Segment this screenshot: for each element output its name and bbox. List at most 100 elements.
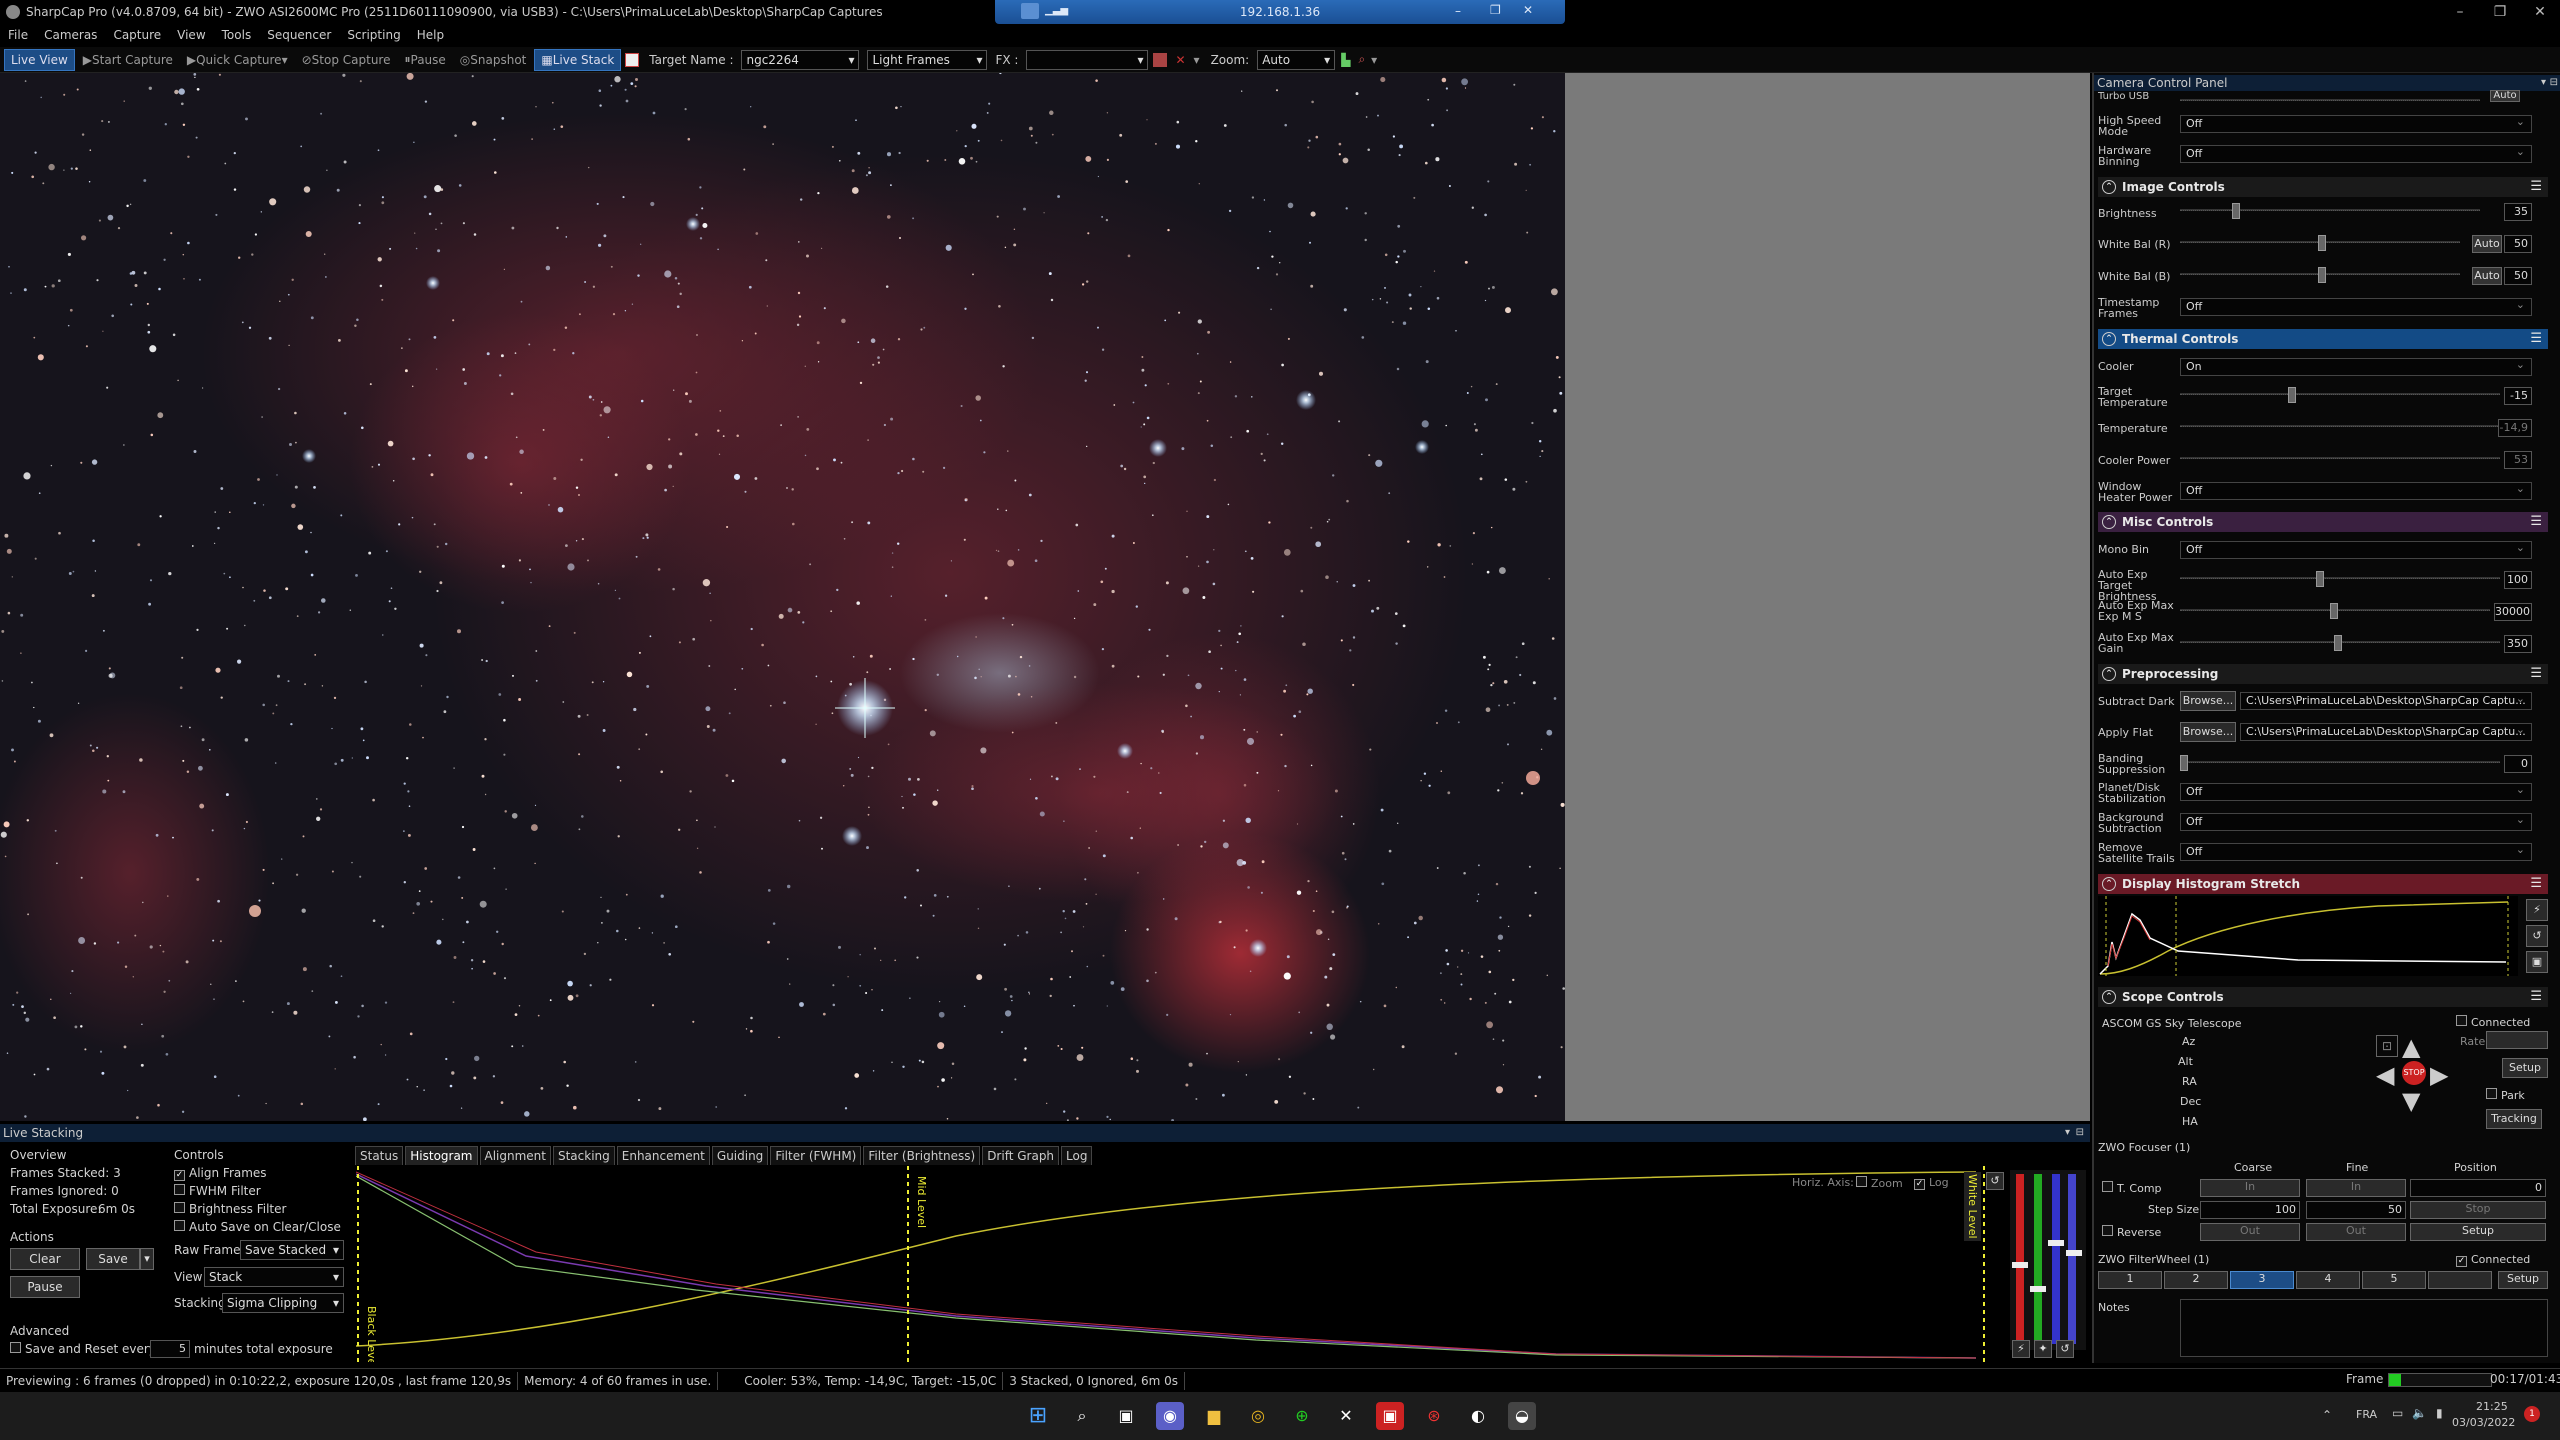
- menu-icon[interactable]: ☰: [2530, 876, 2542, 891]
- notification-icon[interactable]: 1: [2524, 1406, 2540, 1422]
- align-checkbox[interactable]: ✓ Align Frames: [174, 1166, 267, 1181]
- menu-view[interactable]: View: [177, 28, 205, 42]
- histogram-stretch-header[interactable]: ⌃ Display Histogram Stretch ☰: [2098, 874, 2548, 894]
- red-channel-slider[interactable]: [2016, 1174, 2024, 1344]
- pause-button[interactable]: ⏸ Pause: [398, 49, 451, 71]
- clock-time[interactable]: 21:25: [2476, 1400, 2508, 1413]
- zoom-combo[interactable]: Auto ▾: [1257, 49, 1336, 70]
- flat-path-combo[interactable]: C:\Users\PrimaLuceLab\Desktop\SharpCap C…: [2240, 722, 2532, 741]
- brightness-checkbox[interactable]: Brightness Filter: [174, 1202, 286, 1216]
- cross-icon[interactable]: ✕: [1172, 49, 1188, 71]
- image-controls-header[interactable]: ⌃ Image Controls ☰: [2098, 177, 2548, 197]
- live-view-button[interactable]: Live View: [4, 48, 75, 71]
- quick-capture-button[interactable]: ▶ Quick Capture ▾: [181, 49, 294, 71]
- slider-knob[interactable]: [2030, 1286, 2046, 1292]
- slider-knob[interactable]: [2012, 1262, 2028, 1268]
- restore-icon[interactable]: ❐: [2480, 2, 2520, 22]
- dark-browse-button[interactable]: Browse...: [2180, 691, 2236, 711]
- target-temp-value[interactable]: -15: [2504, 387, 2532, 405]
- filter-slot-3[interactable]: 3: [2230, 1271, 2294, 1289]
- menu-capture[interactable]: Capture: [113, 28, 161, 42]
- clock-date[interactable]: 03/03/2022: [2452, 1416, 2515, 1429]
- mono-bin-combo[interactable]: Off: [2180, 540, 2532, 559]
- tray-chevron-icon[interactable]: ⌃: [2322, 1408, 2332, 1422]
- filter-setup-button[interactable]: Setup: [2498, 1271, 2548, 1289]
- wb-r-slider[interactable]: [2180, 235, 2460, 251]
- remote-close-icon[interactable]: ✕: [1523, 3, 1533, 17]
- channel-sliders[interactable]: [2010, 1170, 2086, 1350]
- fine-out-button[interactable]: Out: [2306, 1223, 2406, 1241]
- chat-icon[interactable]: ◉: [1156, 1402, 1184, 1430]
- histogram-stretch-graph[interactable]: [2098, 896, 2518, 976]
- save-reset-checkbox[interactable]: Save and Reset every: [10, 1342, 156, 1356]
- tab-filter-brightness[interactable]: Filter (Brightness): [863, 1146, 981, 1165]
- high-speed-combo[interactable]: Off: [2180, 114, 2532, 133]
- brightness-slider[interactable]: [2180, 203, 2480, 219]
- aeme-value[interactable]: 30000: [2494, 603, 2532, 621]
- banding-slider[interactable]: [2180, 755, 2500, 771]
- menu-tools[interactable]: Tools: [222, 28, 252, 42]
- arrow-right-icon[interactable]: ▶: [2430, 1061, 2448, 1089]
- volume-icon[interactable]: 🔈: [2412, 1406, 2427, 1420]
- app-target-icon[interactable]: ⊛: [1420, 1402, 1448, 1430]
- windows-start-icon[interactable]: ⊞: [1024, 1402, 1052, 1430]
- remote-session-bar[interactable]: ▁▃▅ 192.168.1.36 – ❐ ✕: [995, 0, 1565, 24]
- target-name-combo[interactable]: ngc2264 ▾: [741, 49, 860, 70]
- remote-minimize-icon[interactable]: –: [1455, 4, 1461, 18]
- tab-filter-fwhm[interactable]: Filter (FWHM): [770, 1146, 862, 1165]
- task-view-icon[interactable]: ▣: [1112, 1402, 1140, 1430]
- filter-slot-blank[interactable]: [2428, 1271, 2492, 1289]
- menu-icon[interactable]: ☰: [2530, 331, 2542, 346]
- park-checkbox[interactable]: Park: [2486, 1088, 2525, 1102]
- coarse-out-button[interactable]: Out: [2200, 1223, 2300, 1241]
- blue-channel-slider[interactable]: [2052, 1174, 2060, 1344]
- fine-in-button[interactable]: In: [2306, 1179, 2406, 1197]
- stop-button[interactable]: STOP: [2402, 1061, 2426, 1085]
- aemg-slider[interactable]: [2180, 635, 2500, 651]
- dropdown-icon[interactable]: ▾: [2541, 75, 2546, 91]
- chevron-down-icon[interactable]: ▾: [1369, 49, 1379, 71]
- tab-guiding[interactable]: Guiding: [711, 1146, 769, 1165]
- dropdown-icon[interactable]: ▾: [2065, 1124, 2070, 1142]
- menu-scripting[interactable]: Scripting: [347, 28, 400, 42]
- magnifier-icon[interactable]: ⌕: [1356, 49, 1367, 71]
- stacking-combo[interactable]: Sigma Clipping ▾: [222, 1293, 344, 1313]
- collapse-icon[interactable]: ⌃: [2102, 180, 2116, 194]
- tcomp-checkbox[interactable]: T. Comp: [2102, 1181, 2162, 1195]
- app-red-icon[interactable]: ▣: [1376, 1402, 1404, 1430]
- live-stack-button[interactable]: ▦ Live Stack: [534, 48, 622, 71]
- auto-stretch-icon[interactable]: ⚡: [2526, 899, 2548, 921]
- position-value[interactable]: 0: [2410, 1179, 2546, 1197]
- arrow-left-icon[interactable]: ◀: [2376, 1061, 2394, 1089]
- timestamp-combo[interactable]: Off: [2180, 297, 2532, 316]
- tab-alignment[interactable]: Alignment: [479, 1146, 551, 1165]
- wb-r-auto[interactable]: Auto: [2472, 235, 2502, 253]
- raw-frames-combo[interactable]: Save Stacked ▾: [240, 1240, 344, 1260]
- chevron-down-icon[interactable]: ▾: [1191, 49, 1203, 71]
- arrow-up-icon[interactable]: ▲: [2402, 1033, 2420, 1061]
- fwhm-checkbox[interactable]: FWHM Filter: [174, 1184, 261, 1198]
- tab-stacking[interactable]: Stacking: [552, 1146, 615, 1165]
- step-fine-value[interactable]: 50: [2306, 1201, 2406, 1219]
- focuser-stop-button[interactable]: Stop: [2410, 1201, 2546, 1219]
- focuser-setup-button[interactable]: Setup: [2410, 1223, 2546, 1241]
- pause-button[interactable]: Pause: [10, 1276, 80, 1298]
- stabilization-combo[interactable]: Off: [2180, 782, 2532, 801]
- scope-controls-header[interactable]: ⌃ Scope Controls ☰: [2098, 987, 2548, 1007]
- collapse-icon[interactable]: ⌃: [2102, 332, 2116, 346]
- filter-slot-4[interactable]: 4: [2296, 1271, 2360, 1289]
- auto-stretch-icon[interactable]: ⚡: [2012, 1340, 2030, 1358]
- preprocessing-header[interactable]: ⌃ Preprocessing ☰: [2098, 664, 2548, 684]
- slider-knob[interactable]: [2288, 387, 2296, 403]
- brightness-value[interactable]: 35: [2504, 203, 2532, 221]
- scope-setup-button[interactable]: Setup: [2502, 1058, 2548, 1078]
- arrow-down-icon[interactable]: ▼: [2402, 1087, 2420, 1115]
- save-dropdown-icon[interactable]: ▾: [140, 1248, 154, 1270]
- start-capture-button[interactable]: ▶ Start Capture: [77, 49, 179, 71]
- reset-icon[interactable]: ↺: [1986, 1172, 2004, 1190]
- menu-icon[interactable]: ☰: [2530, 989, 2542, 1004]
- slider-knob[interactable]: [2232, 203, 2240, 219]
- rate-combo[interactable]: [2486, 1031, 2548, 1049]
- collapse-icon[interactable]: ⌃: [2102, 667, 2116, 681]
- heater-combo[interactable]: Off: [2180, 481, 2532, 500]
